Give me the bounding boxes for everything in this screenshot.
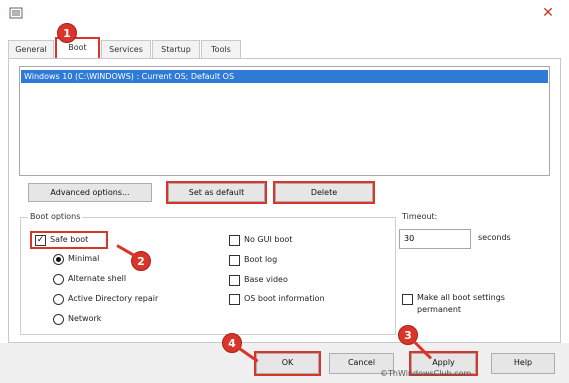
safe-boot-label: Safe boot [50, 235, 89, 244]
no-gui-boot-label: No GUI boot [244, 235, 293, 244]
msconfig-icon [9, 7, 23, 19]
help-button[interactable]: Help [491, 353, 555, 374]
boot-options-legend: Boot options [28, 212, 83, 221]
network-label: Network [68, 314, 102, 323]
timeout-unit-label: seconds [478, 233, 511, 242]
make-permanent-label-line2: permanent [417, 305, 462, 314]
active-directory-repair-radio[interactable] [53, 294, 64, 305]
tab-tools[interactable]: Tools [201, 40, 241, 58]
boot-log-checkbox[interactable] [229, 255, 240, 266]
make-permanent-checkbox[interactable] [402, 294, 413, 305]
make-permanent-label-line1: Make all boot settings [417, 293, 505, 302]
base-video-checkbox[interactable] [229, 275, 240, 286]
title-bar [0, 0, 569, 30]
timeout-input[interactable]: 30 [399, 229, 471, 249]
os-boot-information-label: OS boot information [244, 294, 325, 303]
base-video-label: Base video [244, 275, 288, 284]
minimal-radio[interactable] [53, 254, 64, 265]
ok-button[interactable]: OK [254, 351, 321, 376]
tab-general[interactable]: General [8, 40, 54, 58]
tab-startup[interactable]: Startup [152, 40, 200, 58]
alternate-shell-label: Alternate shell [68, 274, 127, 283]
safe-boot-checkbox[interactable]: ✓ [35, 235, 46, 246]
alternate-shell-radio[interactable] [53, 274, 64, 285]
network-radio[interactable] [53, 314, 64, 325]
delete-button[interactable]: Delete [273, 181, 375, 204]
tab-services[interactable]: Services [101, 40, 151, 58]
os-list-item[interactable]: Windows 10 (C:\WINDOWS) : Current OS; De… [21, 70, 548, 83]
annotation-badge-1: 1 [57, 23, 77, 43]
set-as-default-button[interactable]: Set as default [166, 181, 267, 204]
no-gui-boot-checkbox[interactable] [229, 235, 240, 246]
os-boot-information-checkbox[interactable] [229, 294, 240, 305]
minimal-label: Minimal [68, 254, 100, 263]
watermark: ©ThWindowsClub.com [380, 369, 472, 378]
active-directory-repair-label: Active Directory repair [68, 294, 159, 303]
close-icon[interactable]: ✕ [541, 6, 555, 20]
boot-log-label: Boot log [244, 255, 278, 264]
timeout-legend: Timeout: [402, 212, 438, 221]
advanced-options-button[interactable]: Advanced options... [28, 183, 152, 202]
